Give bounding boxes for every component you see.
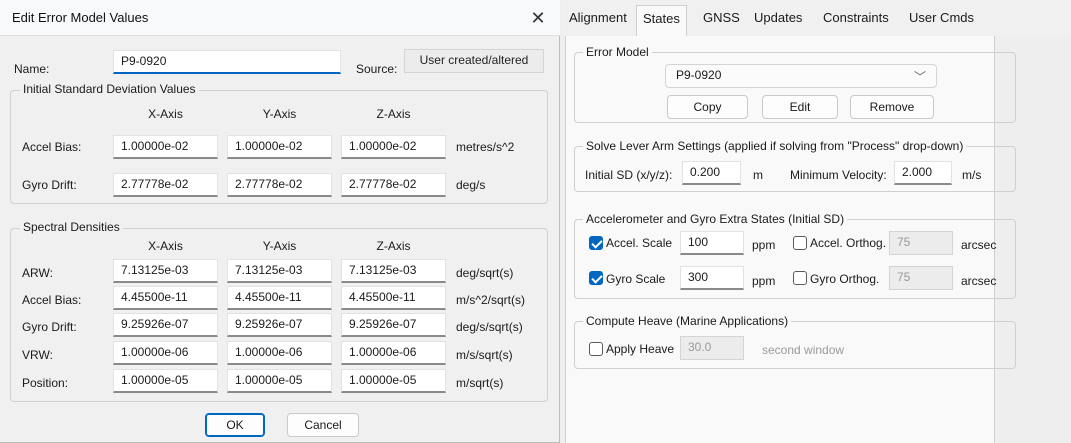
position-unit: m/sqrt(s)	[456, 376, 504, 390]
heave-window-field: 30.0	[680, 336, 744, 360]
remove-button[interactable]: Remove	[850, 95, 934, 119]
name-label: Name:	[14, 62, 50, 76]
position-y-field[interactable]: 1.00000e-05	[227, 369, 332, 393]
dialog-titlebar: Edit Error Model Values ✕	[0, 0, 560, 36]
error-model-dropdown[interactable]: P9-0920 ﹀	[665, 64, 937, 88]
arw-y-field[interactable]: 7.13125e-03	[227, 259, 332, 283]
initial-sd-z-header: Z-Axis	[376, 107, 411, 121]
initial-sd-xyz-unit: m	[753, 168, 763, 182]
cancel-button[interactable]: Cancel	[287, 413, 359, 437]
copy-button[interactable]: Copy	[667, 95, 748, 119]
position-z-field[interactable]: 1.00000e-05	[341, 369, 446, 393]
accel-scale-field[interactable]: 100	[680, 231, 744, 255]
arw-unit: deg/sqrt(s)	[456, 266, 514, 280]
vrw-x-field[interactable]: 1.00000e-06	[113, 341, 218, 365]
spectral-accel-bias-x-field[interactable]: 4.45500e-11	[113, 286, 218, 310]
accel-scale-unit: ppm	[752, 238, 776, 252]
source-label: Source:	[356, 62, 398, 76]
tab-states[interactable]: States	[636, 5, 687, 36]
spectral-gyro-drift-y-field[interactable]: 9.25926e-07	[227, 313, 332, 337]
spectral-y-header: Y-Axis	[262, 239, 297, 253]
name-field[interactable]: P9-0920	[113, 50, 341, 74]
accel-orthog-checkbox[interactable]	[793, 236, 807, 250]
heave-window-unit: second window	[762, 343, 845, 357]
initial-accel-bias-label: Accel Bias:	[22, 140, 82, 154]
tab-alignment[interactable]: Alignment	[569, 10, 627, 25]
vrw-label: VRW:	[22, 348, 53, 362]
spectral-gyro-drift-z-field[interactable]: 9.25926e-07	[341, 313, 446, 337]
spectral-z-header: Z-Axis	[376, 239, 411, 253]
source-field: User created/altered	[404, 49, 544, 73]
tab-constraints[interactable]: Constraints	[823, 10, 889, 25]
edit-error-model-dialog: Edit Error Model Values ✕ Name: P9-0920 …	[0, 0, 560, 443]
spectral-gyro-drift-label: Gyro Drift:	[22, 320, 77, 334]
gyro-orthog-label[interactable]: Gyro Orthog.	[810, 272, 879, 286]
initial-sd-xyz-label: Initial SD (x/y/z):	[585, 168, 673, 182]
vrw-y-field[interactable]: 1.00000e-06	[227, 341, 332, 365]
close-icon[interactable]: ✕	[522, 4, 554, 32]
accel-scale-checkbox[interactable]	[589, 236, 603, 250]
arw-label: ARW:	[22, 266, 53, 280]
gyro-orthog-checkbox[interactable]	[793, 271, 807, 285]
vrw-z-field[interactable]: 1.00000e-06	[341, 341, 446, 365]
accel-scale-label[interactable]: Accel. Scale	[606, 236, 672, 250]
chevron-down-icon: ﹀	[913, 70, 926, 84]
accel-orthog-unit: arcsec	[961, 238, 997, 252]
apply-heave-checkbox[interactable]	[589, 342, 603, 356]
initial-accel-bias-y-field[interactable]: 1.00000e-02	[227, 135, 332, 159]
dialog-title: Edit Error Model Values	[12, 10, 149, 25]
initial-gyro-drift-z-field[interactable]: 2.77778e-02	[341, 173, 446, 197]
spectral-accel-bias-unit: m/s^2/sqrt(s)	[456, 293, 525, 307]
initial-sd-x-header: X-Axis	[148, 107, 183, 121]
initial-sd-y-header: Y-Axis	[262, 107, 297, 121]
extra-states-group-title: Accelerometer and Gyro Extra States (Ini…	[583, 212, 848, 226]
spectral-gyro-drift-x-field[interactable]: 9.25926e-07	[113, 313, 218, 337]
spectral-group-title: Spectral Densities	[20, 220, 123, 234]
gyro-scale-label[interactable]: Gyro Scale	[606, 272, 665, 286]
tab-gnss[interactable]: GNSS	[703, 10, 740, 25]
ok-button[interactable]: OK	[205, 413, 265, 437]
accel-orthog-field: 75	[889, 231, 953, 255]
spectral-gyro-drift-unit: deg/s/sqrt(s)	[456, 320, 523, 334]
minimum-velocity-label: Minimum Velocity:	[790, 168, 887, 182]
position-label: Position:	[22, 376, 69, 390]
tab-updates[interactable]: Updates	[754, 10, 802, 25]
lever-arm-group-title: Solve Lever Arm Settings (applied if sol…	[583, 139, 967, 153]
minimum-velocity-unit: m/s	[962, 168, 982, 182]
gyro-orthog-field: 75	[889, 266, 953, 290]
initial-accel-bias-z-field[interactable]: 1.00000e-02	[341, 135, 446, 159]
vrw-unit: m/s/sqrt(s)	[456, 348, 513, 362]
initial-accel-bias-unit: metres/s^2	[456, 140, 515, 154]
gyro-orthog-unit: arcsec	[961, 274, 997, 288]
spectral-x-header: X-Axis	[148, 239, 183, 253]
initial-gyro-drift-y-field[interactable]: 2.77778e-02	[227, 173, 332, 197]
error-model-group-title: Error Model	[583, 45, 652, 59]
position-x-field[interactable]: 1.00000e-05	[113, 369, 218, 393]
gyro-scale-checkbox[interactable]	[589, 271, 603, 285]
initial-sd-xyz-field[interactable]: 0.200	[682, 161, 741, 185]
tab-bar: Alignment States GNSS Updates Constraint…	[561, 0, 1071, 36]
spectral-accel-bias-z-field[interactable]: 4.45500e-11	[341, 286, 446, 310]
gyro-scale-field[interactable]: 300	[680, 266, 744, 290]
spectral-accel-bias-y-field[interactable]: 4.45500e-11	[227, 286, 332, 310]
initial-sd-group-title: Initial Standard Deviation Values	[20, 82, 199, 96]
edit-button[interactable]: Edit	[762, 95, 838, 119]
gyro-scale-unit: ppm	[752, 274, 776, 288]
spectral-accel-bias-label: Accel Bias:	[22, 293, 82, 307]
initial-accel-bias-x-field[interactable]: 1.00000e-02	[113, 135, 218, 159]
initial-gyro-drift-label: Gyro Drift:	[22, 178, 77, 192]
arw-z-field[interactable]: 7.13125e-03	[341, 259, 446, 283]
initial-gyro-drift-unit: deg/s	[456, 178, 486, 192]
initial-gyro-drift-x-field[interactable]: 2.77778e-02	[113, 173, 218, 197]
error-model-selected-value: P9-0920	[676, 68, 722, 82]
tab-user-cmds[interactable]: User Cmds	[909, 10, 974, 25]
arw-x-field[interactable]: 7.13125e-03	[113, 259, 218, 283]
heave-group-title: Compute Heave (Marine Applications)	[583, 314, 792, 328]
apply-heave-label[interactable]: Apply Heave	[606, 342, 674, 356]
accel-orthog-label[interactable]: Accel. Orthog.	[810, 236, 886, 250]
minimum-velocity-field[interactable]: 2.000	[894, 161, 952, 185]
